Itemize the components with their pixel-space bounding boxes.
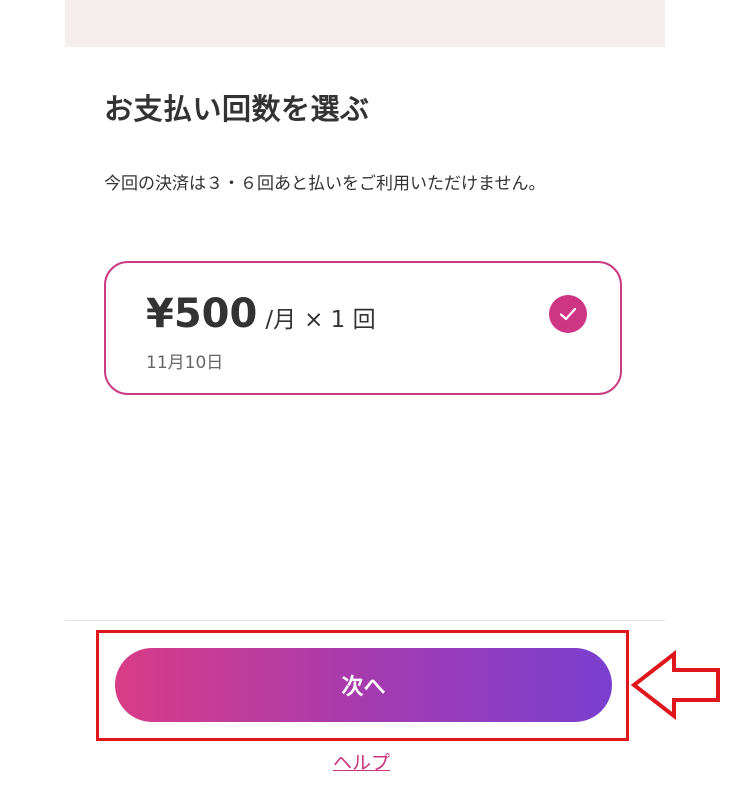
help-link[interactable]: ヘルプ xyxy=(333,748,390,775)
payment-option-card[interactable]: ¥500 /月 × 1 回 11月10日 xyxy=(104,261,622,395)
divider xyxy=(65,620,665,621)
times-label: × 1 回 xyxy=(304,307,376,333)
top-band xyxy=(65,0,665,47)
amount-value: ¥500 xyxy=(146,291,258,337)
amount-row: ¥500 /月 × 1 回 xyxy=(146,291,376,337)
payment-date: 11月10日 xyxy=(146,353,224,373)
next-button[interactable]: 次へ xyxy=(115,648,612,722)
page-title: お支払い回数を選ぶ xyxy=(104,92,370,126)
annotation-arrow-icon xyxy=(630,650,720,720)
per-month-label: /月 xyxy=(265,307,297,333)
check-mark-icon xyxy=(559,307,577,321)
installment-notice: 今回の決済は３・６回あと払いをご利用いただけません。 xyxy=(104,174,546,194)
check-icon xyxy=(549,295,587,333)
payment-count-screen: お支払い回数を選ぶ 今回の決済は３・６回あと払いをご利用いただけません。 ¥50… xyxy=(0,0,729,806)
